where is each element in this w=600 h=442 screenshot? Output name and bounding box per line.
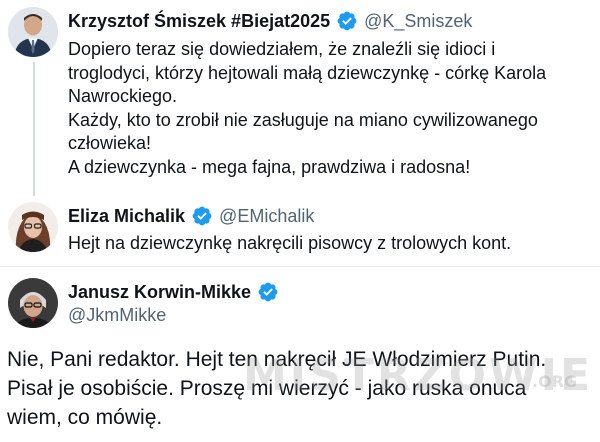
tweet-body: Hejt na dziewczynkę nakręcili pisowcy z … <box>68 232 511 256</box>
avatar-korwin-mikke[interactable] <box>8 278 58 328</box>
thread-connector-line <box>33 62 35 196</box>
verified-badge-icon <box>257 281 279 303</box>
tweet-line: Dopiero teraz się dowiedziałem, że znale… <box>68 39 496 59</box>
tweet-handle-row: @JkmMikke <box>68 305 166 326</box>
user-handle[interactable]: @JkmMikke <box>68 305 166 326</box>
avatar-smiszek[interactable] <box>8 7 58 57</box>
tweet-header: Krzysztof Śmiszek #Biejat2025 @K_Smiszek <box>68 10 472 32</box>
tweet-body-large: Nie, Pani redaktor. Hejt ten nakręcił JE… <box>7 345 546 432</box>
verified-badge-icon <box>336 10 358 32</box>
tweet-line: Każdy, kto to zrobił nie zasługuje na mi… <box>68 109 538 130</box>
avatar-michalik[interactable] <box>8 202 58 252</box>
user-handle[interactable]: @EMichalik <box>219 206 314 227</box>
display-name[interactable]: Eliza Michalik <box>68 206 185 227</box>
tweet-line: Hejt na dziewczynkę nakręcili pisowcy z … <box>68 233 512 253</box>
user-handle[interactable]: @K_Smiszek <box>364 11 472 32</box>
tweet-header: Janusz Korwin-Mikke <box>68 281 285 303</box>
display-name[interactable]: Janusz Korwin-Mikke <box>68 282 251 303</box>
tweet-line: człowieka! <box>68 133 152 153</box>
verified-badge-icon <box>191 205 213 227</box>
tweet-divider <box>0 266 600 267</box>
tweet-line: Nawrockiego. <box>68 86 178 106</box>
tweet-thread-screenshot: Krzysztof Śmiszek #Biejat2025 @K_Smiszek… <box>0 0 600 442</box>
tweet-line: troglodyci, którzy hejtowali małą dziewc… <box>68 62 547 83</box>
tweet-line: A dziewczynka - mega fajna, prawdziwa i … <box>68 156 471 177</box>
tweet-body: Dopiero teraz się dowiedziałem, że znale… <box>68 38 546 179</box>
display-name[interactable]: Krzysztof Śmiszek #Biejat2025 <box>68 11 330 32</box>
tweet-line: Nie, Pani redaktor. Hejt ten nakręcił JE… <box>7 348 547 371</box>
tweet-line: wiem, co mówię. <box>7 406 163 429</box>
tweet-header: Eliza Michalik @EMichalik <box>68 205 314 227</box>
tweet-line: Pisał je osobiście. Proszę mi wierzyć - … <box>7 377 527 400</box>
